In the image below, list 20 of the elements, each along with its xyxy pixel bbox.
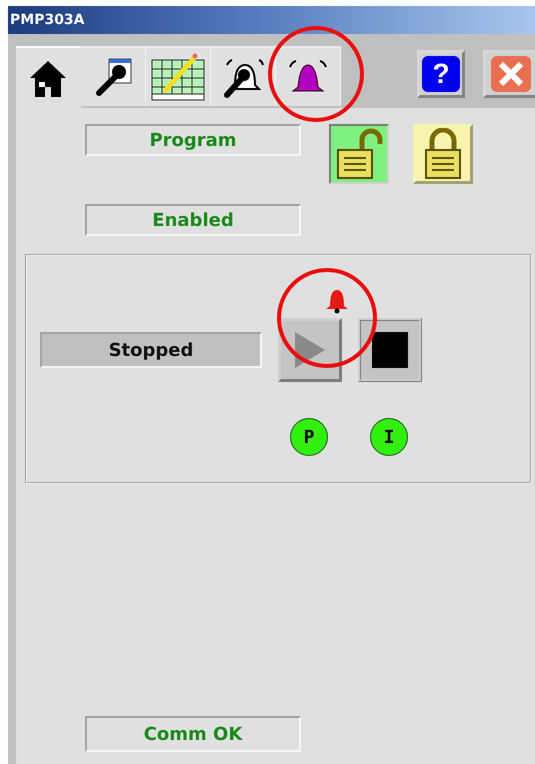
state-field: Stopped [40,332,262,368]
stop-button[interactable] [358,318,422,382]
tab[interactable] [146,46,211,106]
tab[interactable] [276,46,341,106]
play-icon [293,330,327,370]
mode-field: Program [85,124,301,156]
indicator-light: P [290,418,328,456]
tab[interactable] [81,46,146,106]
stop-icon [372,332,408,368]
close-button[interactable] [483,50,535,98]
unlocked-padlock-icon [334,128,384,180]
help-button[interactable]: ? [417,50,465,98]
window-title: PMP303A [8,6,535,34]
lock-button[interactable] [329,124,389,184]
status-field: Enabled [85,204,301,236]
comm-status-field: Comm OK [85,716,301,752]
indicator-light: I [370,418,408,456]
tab[interactable] [211,46,276,106]
close-icon [490,56,530,92]
grid-pencil-icon [150,52,206,102]
